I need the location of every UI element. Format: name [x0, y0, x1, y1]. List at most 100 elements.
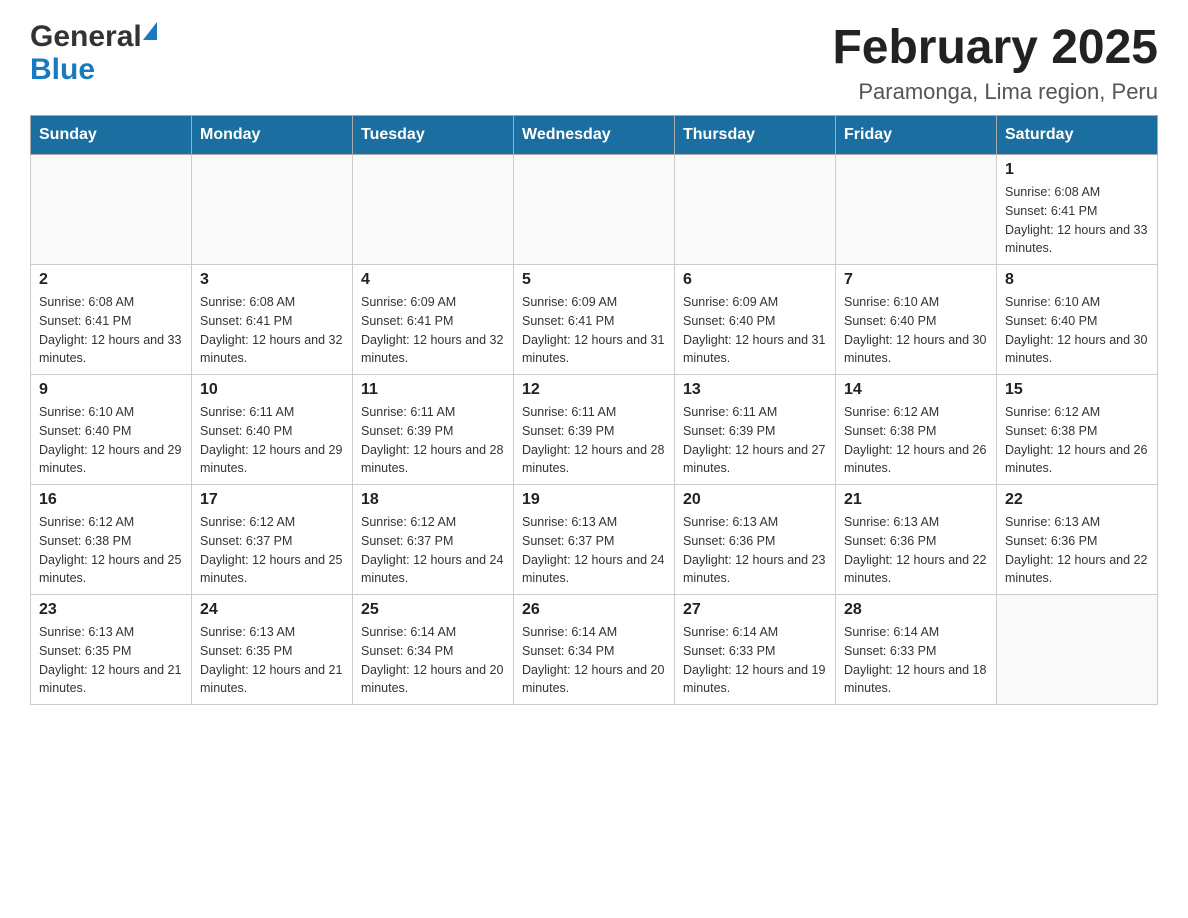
day-number: 28 [844, 601, 988, 619]
day-number: 10 [200, 381, 344, 399]
day-info: Sunrise: 6:12 AMSunset: 6:38 PMDaylight:… [844, 403, 988, 478]
calendar-cell: 24 Sunrise: 6:13 AMSunset: 6:35 PMDayligh… [192, 595, 353, 705]
day-info: Sunrise: 6:09 AMSunset: 6:40 PMDaylight:… [683, 293, 827, 368]
logo-general-text: General [30, 20, 142, 53]
calendar-cell [31, 155, 192, 265]
day-number: 1 [1005, 161, 1149, 179]
calendar-cell: 9Sunrise: 6:10 AMSunset: 6:40 PMDaylight… [31, 375, 192, 485]
day-info: Sunrise: 6:11 AMSunset: 6:39 PMDaylight:… [361, 403, 505, 478]
day-number: 14 [844, 381, 988, 399]
day-info: Sunrise: 6:14 AMSunset: 6:33 PMDaylight:… [844, 623, 988, 698]
calendar-header-thursday: Thursday [675, 116, 836, 155]
calendar-cell: 12 Sunrise: 6:11 AMSunset: 6:39 PMDayligh… [514, 375, 675, 485]
day-number: 3 [200, 271, 344, 289]
day-number: 22 [1005, 491, 1149, 509]
calendar-cell: 7Sunrise: 6:10 AMSunset: 6:40 PMDaylight… [836, 265, 997, 375]
calendar-header-wednesday: Wednesday [514, 116, 675, 155]
day-info: Sunrise: 6:11 AMSunset: 6:39 PMDaylight:… [522, 403, 666, 478]
day-info: Sunrise: 6:09 AMSunset: 6:41 PMDaylight:… [361, 293, 505, 368]
day-number: 20 [683, 491, 827, 509]
calendar-header-row: SundayMondayTuesdayWednesdayThursdayFrid… [31, 116, 1158, 155]
day-info: Sunrise: 6:13 AMSunset: 6:36 PMDaylight:… [683, 513, 827, 588]
calendar-week-row: 23Sunrise: 6:13 AMSunset: 6:35 PMDayligh… [31, 595, 1158, 705]
day-info: Sunrise: 6:13 AMSunset: 6:35 PMDaylight:… [200, 623, 344, 698]
day-info: Sunrise: 6:13 AMSunset: 6:36 PMDaylight:… [1005, 513, 1149, 588]
logo-triangle-icon [143, 22, 157, 40]
calendar-cell: 13 Sunrise: 6:11 AMSunset: 6:39 PMDayligh… [675, 375, 836, 485]
day-info: Sunrise: 6:12 AMSunset: 6:37 PMDaylight:… [200, 513, 344, 588]
calendar-cell [836, 155, 997, 265]
page-header: General Blue February 2025 Paramonga, Li… [30, 20, 1158, 105]
calendar-cell: 22 Sunrise: 6:13 AMSunset: 6:36 PMDayligh… [997, 485, 1158, 595]
day-number: 8 [1005, 271, 1149, 289]
logo-blue-text: Blue [30, 53, 157, 86]
day-number: 4 [361, 271, 505, 289]
day-info: Sunrise: 6:08 AMSunset: 6:41 PMDaylight:… [39, 293, 183, 368]
day-info: Sunrise: 6:14 AMSunset: 6:33 PMDaylight:… [683, 623, 827, 698]
day-info: Sunrise: 6:10 AMSunset: 6:40 PMDaylight:… [39, 403, 183, 478]
day-number: 25 [361, 601, 505, 619]
calendar-cell: 26 Sunrise: 6:14 AMSunset: 6:34 PMDayligh… [514, 595, 675, 705]
calendar-header-sunday: Sunday [31, 116, 192, 155]
calendar-week-row: 2 Sunrise: 6:08 AMSunset: 6:41 PMDaylight… [31, 265, 1158, 375]
day-number: 17 [200, 491, 344, 509]
calendar-cell: 6 Sunrise: 6:09 AMSunset: 6:40 PMDaylight… [675, 265, 836, 375]
day-info: Sunrise: 6:13 AMSunset: 6:35 PMDaylight:… [39, 623, 183, 698]
day-info: Sunrise: 6:11 AMSunset: 6:40 PMDaylight:… [200, 403, 344, 478]
day-number: 7 [844, 271, 988, 289]
calendar-header-friday: Friday [836, 116, 997, 155]
calendar-cell [353, 155, 514, 265]
calendar-cell: 21 Sunrise: 6:13 AMSunset: 6:36 PMDayligh… [836, 485, 997, 595]
day-number: 18 [361, 491, 505, 509]
day-number: 5 [522, 271, 666, 289]
calendar-cell [514, 155, 675, 265]
calendar-cell: 23Sunrise: 6:13 AMSunset: 6:35 PMDayligh… [31, 595, 192, 705]
calendar-header-monday: Monday [192, 116, 353, 155]
calendar-cell: 1 Sunrise: 6:08 AMSunset: 6:41 PMDaylight… [997, 155, 1158, 265]
month-title: February 2025 [832, 20, 1158, 75]
calendar-header-tuesday: Tuesday [353, 116, 514, 155]
day-info: Sunrise: 6:10 AMSunset: 6:40 PMDaylight:… [1005, 293, 1149, 368]
calendar-week-row: 1 Sunrise: 6:08 AMSunset: 6:41 PMDaylight… [31, 155, 1158, 265]
location-subtitle: Paramonga, Lima region, Peru [832, 79, 1158, 105]
calendar-cell: 18 Sunrise: 6:12 AMSunset: 6:37 PMDayligh… [353, 485, 514, 595]
day-info: Sunrise: 6:11 AMSunset: 6:39 PMDaylight:… [683, 403, 827, 478]
day-number: 2 [39, 271, 183, 289]
calendar-cell: 3 Sunrise: 6:08 AMSunset: 6:41 PMDaylight… [192, 265, 353, 375]
calendar-cell: 19Sunrise: 6:13 AMSunset: 6:37 PMDayligh… [514, 485, 675, 595]
calendar-cell: 25Sunrise: 6:14 AMSunset: 6:34 PMDayligh… [353, 595, 514, 705]
day-info: Sunrise: 6:08 AMSunset: 6:41 PMDaylight:… [200, 293, 344, 368]
calendar-cell: 28 Sunrise: 6:14 AMSunset: 6:33 PMDayligh… [836, 595, 997, 705]
logo: General Blue [30, 20, 157, 86]
calendar-week-row: 9Sunrise: 6:10 AMSunset: 6:40 PMDaylight… [31, 375, 1158, 485]
calendar-cell: 11 Sunrise: 6:11 AMSunset: 6:39 PMDayligh… [353, 375, 514, 485]
calendar-table: SundayMondayTuesdayWednesdayThursdayFrid… [30, 115, 1158, 705]
calendar-cell: 27 Sunrise: 6:14 AMSunset: 6:33 PMDayligh… [675, 595, 836, 705]
calendar-cell: 5 Sunrise: 6:09 AMSunset: 6:41 PMDaylight… [514, 265, 675, 375]
day-info: Sunrise: 6:12 AMSunset: 6:38 PMDaylight:… [1005, 403, 1149, 478]
day-number: 12 [522, 381, 666, 399]
day-number: 16 [39, 491, 183, 509]
day-info: Sunrise: 6:09 AMSunset: 6:41 PMDaylight:… [522, 293, 666, 368]
day-number: 21 [844, 491, 988, 509]
day-number: 24 [200, 601, 344, 619]
day-info: Sunrise: 6:08 AMSunset: 6:41 PMDaylight:… [1005, 183, 1149, 258]
calendar-cell: 15 Sunrise: 6:12 AMSunset: 6:38 PMDayligh… [997, 375, 1158, 485]
day-info: Sunrise: 6:13 AMSunset: 6:36 PMDaylight:… [844, 513, 988, 588]
day-info: Sunrise: 6:14 AMSunset: 6:34 PMDaylight:… [522, 623, 666, 698]
day-info: Sunrise: 6:12 AMSunset: 6:38 PMDaylight:… [39, 513, 183, 588]
day-number: 15 [1005, 381, 1149, 399]
day-info: Sunrise: 6:13 AMSunset: 6:37 PMDaylight:… [522, 513, 666, 588]
day-number: 27 [683, 601, 827, 619]
title-section: February 2025 Paramonga, Lima region, Pe… [832, 20, 1158, 105]
calendar-cell [997, 595, 1158, 705]
day-number: 13 [683, 381, 827, 399]
day-number: 6 [683, 271, 827, 289]
calendar-week-row: 16 Sunrise: 6:12 AMSunset: 6:38 PMDayligh… [31, 485, 1158, 595]
calendar-cell: 14 Sunrise: 6:12 AMSunset: 6:38 PMDayligh… [836, 375, 997, 485]
calendar-cell [192, 155, 353, 265]
day-info: Sunrise: 6:12 AMSunset: 6:37 PMDaylight:… [361, 513, 505, 588]
calendar-cell: 2 Sunrise: 6:08 AMSunset: 6:41 PMDaylight… [31, 265, 192, 375]
day-number: 11 [361, 381, 505, 399]
day-number: 26 [522, 601, 666, 619]
